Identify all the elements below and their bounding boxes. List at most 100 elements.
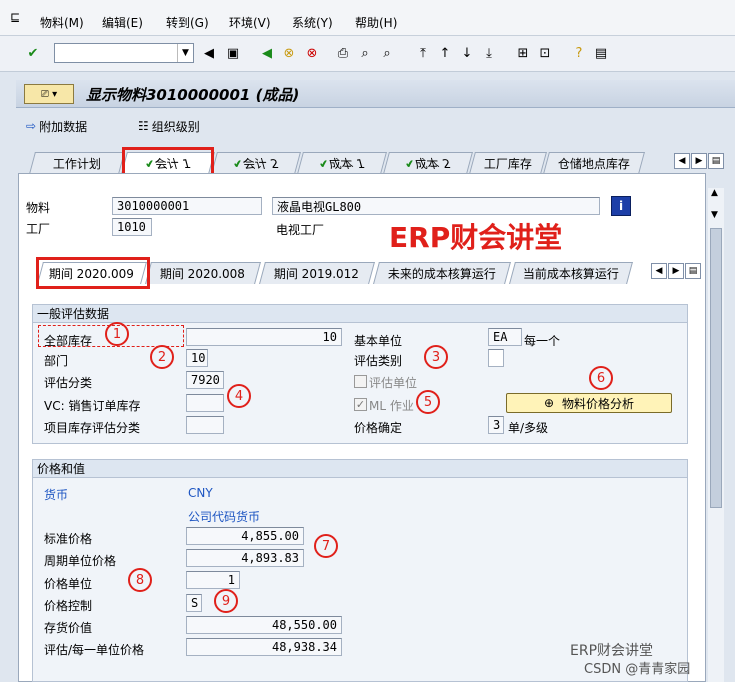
shortcut-icon[interactable]: ⊡: [536, 44, 554, 62]
valuation-category-label: 评估类别: [354, 354, 403, 368]
help-icon[interactable]: ?: [570, 44, 588, 62]
material-price-analysis-button[interactable]: ⊕ 物料价格分析: [506, 393, 672, 413]
menu-environment[interactable]: 环境(V): [229, 14, 271, 31]
tab-accounting-2[interactable]: ✔会计 2: [211, 152, 301, 174]
menu-edit[interactable]: 编辑(E): [102, 14, 143, 31]
additional-data-button[interactable]: ⇨ 附加数据: [26, 118, 87, 134]
price-determination-label: 价格确定: [354, 421, 403, 435]
menu-system[interactable]: 系统(Y): [292, 14, 333, 31]
info-icon[interactable]: i: [611, 196, 631, 216]
footer-watermark-line2: CSDN @青青家园: [584, 662, 691, 677]
enter-icon[interactable]: ✔: [24, 44, 42, 62]
valuation-per-unit-label: 评估/每一单位价格: [44, 643, 145, 657]
valuated-unit-checkbox[interactable]: [354, 375, 367, 388]
material-label: 物料: [26, 201, 51, 215]
tab-list-icon[interactable]: ▤: [708, 153, 724, 169]
tab-costing-2[interactable]: ✔成本 2: [383, 152, 473, 174]
tab-text: 会计 2: [241, 157, 281, 171]
valuation-class-field[interactable]: 7920: [186, 371, 224, 389]
total-stock-field[interactable]: 10: [186, 328, 342, 346]
vertical-scrollbar[interactable]: ▲ ▼: [708, 188, 724, 682]
tab-period-2019-012[interactable]: 期间 2019.012: [259, 262, 375, 284]
cancel-icon[interactable]: ⊗: [303, 44, 321, 62]
base-unit-field[interactable]: EA: [488, 328, 522, 346]
tab-period-2020-008[interactable]: 期间 2020.008: [145, 262, 261, 284]
command-field[interactable]: ▼: [54, 43, 194, 63]
scroll-down-icon[interactable]: ▼: [711, 210, 718, 220]
ml-act-checkbox[interactable]: ✓: [354, 398, 367, 411]
valuated-unit-label: 评估单位: [369, 376, 418, 390]
find-next-icon[interactable]: ⌕: [378, 44, 396, 62]
tab-label: 工厂库存: [483, 157, 532, 171]
material-description-field[interactable]: 液晶电视GL800: [272, 197, 600, 215]
menu-help[interactable]: 帮助(H): [355, 14, 397, 31]
price-unit-field[interactable]: 1: [186, 571, 240, 589]
next-page-icon[interactable]: ↓: [458, 44, 476, 62]
vc-sales-order-stock-label: VC: 销售订单库存: [44, 399, 141, 413]
additional-data-label: 附加数据: [39, 119, 88, 134]
annotation-8: 8: [128, 568, 152, 592]
new-session-icon[interactable]: ⊞: [514, 44, 532, 62]
tab-future-costing[interactable]: 未来的成本核算运行: [373, 262, 511, 284]
tab-costing-1[interactable]: ✔成本 1: [297, 152, 387, 174]
material-field[interactable]: 3010000001: [112, 197, 262, 215]
vc-sales-order-stock-field[interactable]: [186, 394, 224, 412]
save-icon[interactable]: ▣: [224, 44, 242, 62]
period-tab-list-icon[interactable]: ▤: [685, 263, 701, 279]
price-determination-field[interactable]: 3: [488, 416, 504, 434]
base-unit-label: 基本单位: [354, 334, 403, 348]
arrow-right-icon: ⇨: [26, 119, 37, 133]
tab-label: 仓储地点库存: [557, 157, 630, 171]
division-field[interactable]: 10: [186, 349, 208, 367]
menu-goto[interactable]: 转到(G): [166, 14, 209, 31]
last-page-icon[interactable]: ⤓: [480, 44, 498, 62]
plant-field[interactable]: 1010: [112, 218, 152, 236]
overview-button[interactable]: ⎚ ▾: [24, 84, 74, 104]
back-icon[interactable]: ◀: [258, 44, 276, 62]
menu-material[interactable]: 物料(M): [40, 14, 84, 31]
collapse-icon[interactable]: ◀: [200, 44, 218, 62]
annotation-7: 7: [314, 534, 338, 558]
standard-price-field[interactable]: 4,855.00: [186, 527, 304, 545]
chevron-down-icon[interactable]: ▼: [177, 44, 193, 62]
magnifier-icon: ⊕: [543, 396, 555, 410]
tab-label: 当前成本核算运行: [522, 267, 619, 281]
plant-description: 电视工厂: [276, 223, 325, 237]
tab-label: 工作计划: [52, 157, 101, 171]
period-tab-next-icon[interactable]: ▶: [668, 263, 684, 279]
tab-prev-icon[interactable]: ◀: [674, 153, 690, 169]
stock-value-label: 存货价值: [44, 621, 93, 635]
stock-value-field[interactable]: 48,550.00: [186, 616, 342, 634]
periodic-unit-price-field[interactable]: 4,893.83: [186, 549, 304, 567]
watermark-text: ERP财会讲堂: [389, 221, 563, 254]
annotation-6: 6: [589, 366, 613, 390]
tab-plant-stock[interactable]: 工厂库存: [469, 152, 547, 174]
first-page-icon[interactable]: ⤒: [414, 44, 432, 62]
annotation-5: 5: [416, 390, 440, 414]
tab-next-icon[interactable]: ▶: [691, 153, 707, 169]
annotation-3: 3: [424, 345, 448, 369]
scroll-up-icon[interactable]: ▲: [711, 188, 718, 198]
tab-work-scheduling[interactable]: 工作计划: [29, 152, 125, 174]
price-control-label: 价格控制: [44, 599, 93, 613]
scroll-thumb[interactable]: [710, 228, 722, 508]
tab-storage-location-stock[interactable]: 仓储地点库存: [543, 152, 645, 174]
period-tab-prev-icon[interactable]: ◀: [651, 263, 667, 279]
valuation-per-unit-field[interactable]: 48,938.34: [186, 638, 342, 656]
project-stock-valuation-class-field[interactable]: [186, 416, 224, 434]
exit-icon[interactable]: ⊗: [280, 44, 298, 62]
periodic-unit-price-label: 周期单位价格: [44, 554, 117, 568]
window-menu-icon[interactable]: ⊑: [10, 10, 20, 24]
price-control-field[interactable]: S: [186, 594, 202, 612]
footer-watermark-line1: ERP财会讲堂: [570, 643, 654, 659]
price-unit-label: 价格单位: [44, 577, 93, 591]
layout-icon[interactable]: ▤: [592, 44, 610, 62]
org-levels-label: 组织级别: [151, 119, 200, 134]
org-levels-button[interactable]: ☷ 组织级别: [138, 118, 200, 134]
print-icon[interactable]: ⎙: [334, 44, 352, 62]
valuation-category-field[interactable]: [488, 349, 504, 367]
annotation-2: 2: [150, 345, 174, 369]
tab-current-costing[interactable]: 当前成本核算运行: [509, 262, 633, 284]
find-icon[interactable]: ⌕: [356, 44, 374, 62]
prev-page-icon[interactable]: ↑: [436, 44, 454, 62]
